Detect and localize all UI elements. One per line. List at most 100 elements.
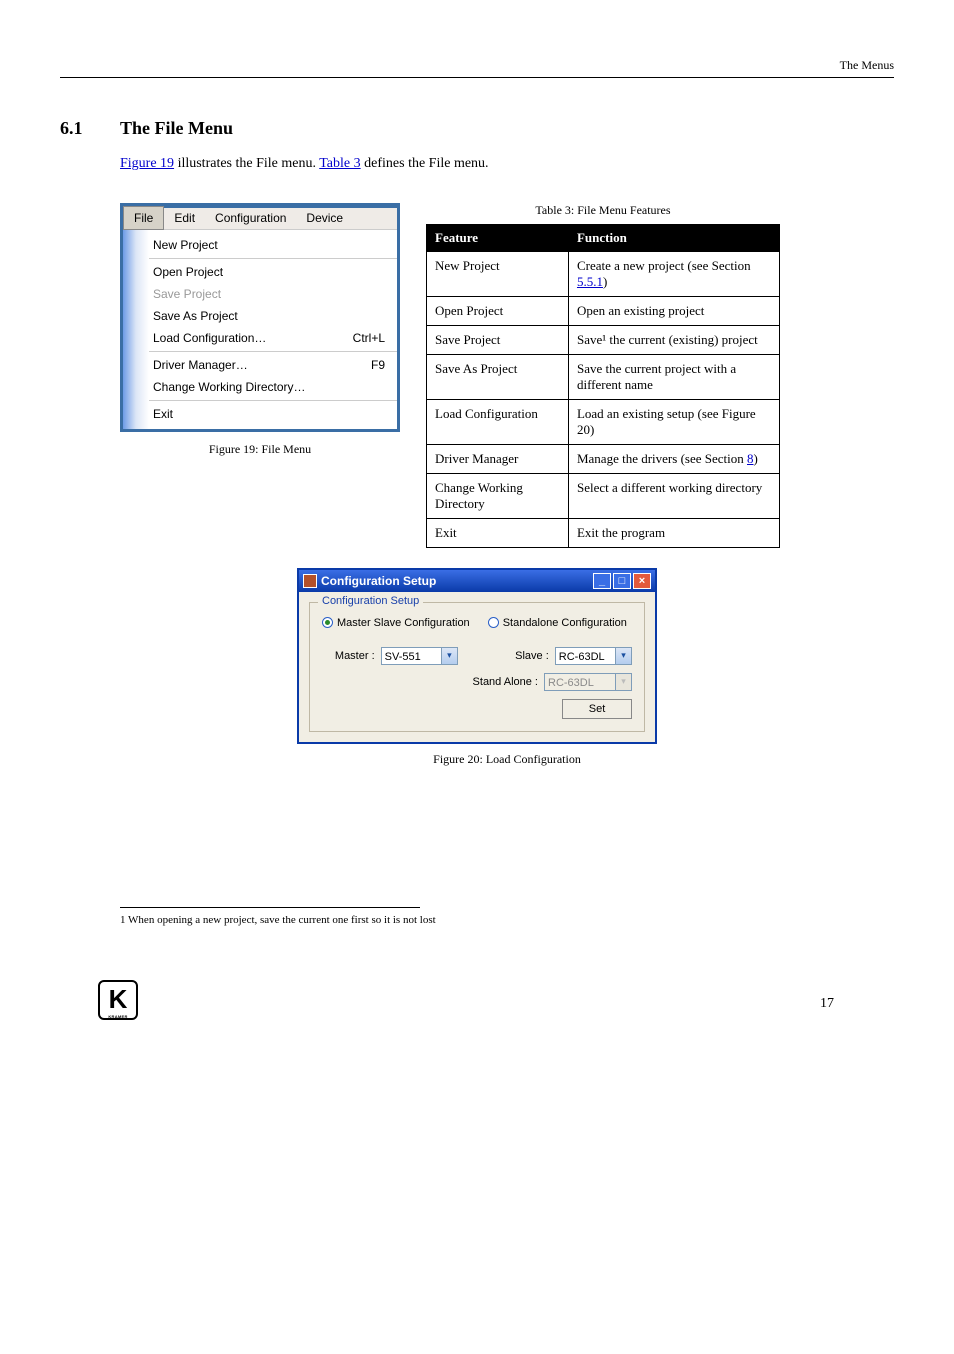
configuration-setup-dialog: Configuration Setup _ □ × Configuration … — [297, 568, 657, 744]
cell-function: Create a new project (see Section 5.5.1) — [568, 251, 779, 296]
dialog-title: Configuration Setup — [321, 574, 436, 588]
groupbox-legend: Configuration Setup — [318, 595, 423, 607]
page-number: 17 — [820, 996, 834, 1012]
menu-load-configuration[interactable]: Load Configuration… Ctrl+L — [149, 327, 397, 349]
menu-separator — [149, 258, 397, 259]
section-link[interactable]: 5.5.1 — [577, 274, 603, 289]
table-row: Change Working Directory Select a differ… — [427, 473, 780, 518]
menu-item-shortcut: F9 — [371, 358, 385, 372]
set-button[interactable]: Set — [562, 699, 632, 719]
cell-feature: Save As Project — [427, 354, 569, 399]
master-value: SV-551 — [381, 647, 442, 665]
table-row: New Project Create a new project (see Se… — [427, 251, 780, 296]
standalone-value: RC-63DL — [544, 673, 616, 691]
menu-new-project[interactable]: New Project — [149, 234, 397, 256]
cell-function: Manage the drivers (see Section 8) — [568, 444, 779, 473]
slave-combo[interactable]: RC-63DL ▾ — [555, 647, 632, 665]
menu-item-label: Open Project — [153, 265, 223, 279]
menu-device[interactable]: Device — [296, 207, 353, 229]
section-title: The File Menu — [120, 118, 233, 139]
slave-value: RC-63DL — [555, 647, 616, 665]
table-row: Load Configuration Load an existing setu… — [427, 399, 780, 444]
cell-feature: Driver Manager — [427, 444, 569, 473]
standalone-label: Stand Alone : — [473, 676, 538, 688]
cell-function: Save¹ the current (existing) project — [568, 325, 779, 354]
cell-feature: New Project — [427, 251, 569, 296]
chevron-down-icon[interactable]: ▾ — [442, 647, 458, 665]
menu-separator — [149, 400, 397, 401]
table3-link[interactable]: Table 3 — [319, 156, 360, 171]
table-row: Save As Project Save the current project… — [427, 354, 780, 399]
menu-exit[interactable]: Exit — [149, 403, 397, 425]
menu-change-working-dir[interactable]: Change Working Directory… — [149, 376, 397, 398]
menu-item-label: Save As Project — [153, 309, 238, 323]
menu-edit[interactable]: Edit — [164, 207, 205, 229]
chevron-down-icon[interactable]: ▾ — [616, 647, 632, 665]
logo-sublabel: KRAMER — [108, 1014, 127, 1019]
chevron-down-icon: ▾ — [616, 673, 632, 691]
top-rule — [60, 77, 894, 78]
cell-feature: Load Configuration — [427, 399, 569, 444]
cell-feature: Change Working Directory — [427, 473, 569, 518]
file-menu-list: New Project Open Project Save Project Sa… — [149, 230, 397, 429]
menu-item-label: Save Project — [153, 287, 221, 301]
figure19-link[interactable]: Figure 19 — [120, 156, 174, 171]
table-row: Save Project Save¹ the current (existing… — [427, 325, 780, 354]
footnote-rule — [120, 907, 420, 908]
master-combo[interactable]: SV-551 ▾ — [381, 647, 458, 665]
table-row: Open Project Open an existing project — [427, 296, 780, 325]
menu-item-shortcut: Ctrl+L — [353, 331, 385, 345]
table3-caption: Table 3: File Menu Features — [426, 203, 780, 218]
cell-function: Save the current project with a differen… — [568, 354, 779, 399]
para-text1: illustrates the File menu. — [174, 156, 319, 171]
figure20-caption: Figure 20: Load Configuration — [120, 752, 894, 767]
menu-item-label: Change Working Directory… — [153, 380, 306, 394]
section-heading: 6.1 The File Menu — [60, 118, 894, 139]
table-row: Exit Exit the program — [427, 518, 780, 547]
logo-letter: K — [109, 984, 128, 1015]
slave-label: Slave : — [514, 650, 549, 662]
menu-item-label: Driver Manager… — [153, 358, 248, 372]
radio-icon — [322, 617, 333, 628]
close-button[interactable]: × — [633, 573, 651, 589]
radio-label: Master Slave Configuration — [337, 617, 470, 629]
menu-file[interactable]: File — [123, 206, 164, 230]
menu-item-label: New Project — [153, 238, 218, 252]
master-label: Master : — [322, 650, 375, 662]
figure19-caption: Figure 19: File Menu — [120, 442, 400, 457]
cell-function: Select a different working directory — [568, 473, 779, 518]
intro-paragraph: Figure 19 illustrates the File menu. Tab… — [120, 153, 894, 175]
menu-save-as-project[interactable]: Save As Project — [149, 305, 397, 327]
header-right: The Menus — [60, 0, 894, 73]
configuration-setup-group: Configuration Setup Master Slave Configu… — [309, 602, 645, 732]
menu-separator — [149, 351, 397, 352]
kramer-logo: K KRAMER — [98, 980, 138, 1020]
file-menu-features-table: Feature Function New Project Create a ne… — [426, 224, 780, 548]
radio-label: Standalone Configuration — [503, 617, 627, 629]
menu-open-project[interactable]: Open Project — [149, 261, 397, 283]
minimize-button[interactable]: _ — [593, 573, 611, 589]
cell-function: Exit the program — [568, 518, 779, 547]
radio-standalone[interactable]: Standalone Configuration — [488, 617, 627, 629]
maximize-button[interactable]: □ — [613, 573, 631, 589]
th-feature: Feature — [427, 224, 569, 251]
cell-feature: Exit — [427, 518, 569, 547]
standalone-combo: RC-63DL ▾ — [544, 673, 632, 691]
radio-icon — [488, 617, 499, 628]
footnote: 1 When opening a new project, save the c… — [120, 914, 894, 926]
radio-master-slave[interactable]: Master Slave Configuration — [322, 617, 470, 629]
menu-item-label: Exit — [153, 407, 173, 421]
para-text2: defines the File menu. — [361, 156, 489, 171]
cell-function: Open an existing project — [568, 296, 779, 325]
section-link[interactable]: 8 — [747, 451, 754, 466]
menu-item-label: Load Configuration… — [153, 331, 266, 345]
menubar: File Edit Configuration Device — [123, 208, 397, 230]
cell-feature: Open Project — [427, 296, 569, 325]
th-function: Function — [568, 224, 779, 251]
menu-save-project: Save Project — [149, 283, 397, 305]
app-icon — [303, 574, 317, 588]
menu-configuration[interactable]: Configuration — [205, 207, 296, 229]
menu-driver-manager[interactable]: Driver Manager… F9 — [149, 354, 397, 376]
section-number: 6.1 — [60, 118, 120, 139]
titlebar[interactable]: Configuration Setup _ □ × — [299, 570, 655, 592]
